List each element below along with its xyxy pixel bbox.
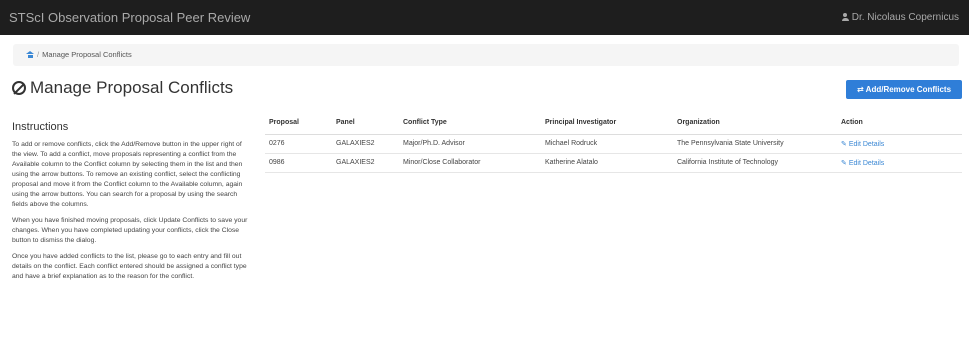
cell-action: ✎ Edit Details	[837, 153, 962, 173]
add-remove-conflicts-button[interactable]: ⇄ Add/Remove Conflicts	[846, 80, 962, 99]
ban-icon	[12, 81, 26, 95]
column-header-principal-investigator: Principal Investigator	[541, 112, 673, 135]
breadcrumb-separator: /	[37, 50, 40, 59]
breadcrumb: / Manage Proposal Conflicts	[13, 44, 959, 66]
cell-proposal: 0276	[265, 134, 332, 154]
column-header-proposal: Proposal	[265, 112, 332, 135]
edit-details-link[interactable]: ✎ Edit Details	[841, 141, 884, 148]
instructions-body: To add or remove conflicts, click the Ad…	[12, 140, 250, 288]
edit-details-link[interactable]: ✎ Edit Details	[841, 160, 884, 167]
instructions-heading: Instructions	[12, 121, 69, 133]
page-title-text: Manage Proposal Conflicts	[30, 78, 234, 97]
add-remove-conflicts-label: Add/Remove Conflicts	[865, 85, 952, 94]
page-title: Manage Proposal Conflicts	[12, 78, 233, 98]
breadcrumb-current: Manage Proposal Conflicts	[42, 50, 132, 59]
user-name: Dr. Nicolaus Copernicus	[851, 12, 959, 23]
instructions-paragraph: To add or remove conflicts, click the Ad…	[12, 141, 243, 208]
conflicts-table: Proposal Panel Conflict Type Principal I…	[265, 112, 962, 173]
table-row: 0276 GALAXIES2 Major/Ph.D. Advisor Micha…	[265, 134, 962, 154]
instructions-paragraph: When you have finished moving proposals,…	[12, 217, 248, 244]
top-navbar: STScI Observation Proposal Peer Review D…	[0, 0, 969, 35]
user-icon	[841, 13, 849, 21]
cell-organization: The Pennsylvania State University	[673, 134, 837, 154]
app-title[interactable]: STScI Observation Proposal Peer Review	[9, 10, 250, 25]
column-header-action: Action	[837, 112, 962, 135]
home-icon[interactable]	[26, 51, 34, 58]
user-menu[interactable]: Dr. Nicolaus Copernicus	[841, 12, 959, 23]
edit-details-label: Edit Details	[848, 159, 885, 167]
table-row: 0986 GALAXIES2 Minor/Close Collaborator …	[265, 153, 962, 173]
cell-proposal: 0986	[265, 153, 332, 173]
pencil-icon: ✎	[841, 159, 847, 167]
edit-details-label: Edit Details	[848, 140, 885, 148]
instructions-paragraph: Once you have added conflicts to the lis…	[12, 253, 247, 280]
pencil-icon: ✎	[841, 140, 847, 148]
cell-principal-investigator: Katherine Alatalo	[541, 153, 673, 173]
cell-panel: GALAXIES2	[332, 134, 399, 154]
cell-action: ✎ Edit Details	[837, 134, 962, 154]
column-header-organization: Organization	[673, 112, 837, 135]
column-header-conflict-type: Conflict Type	[399, 112, 541, 135]
cell-conflict-type: Minor/Close Collaborator	[399, 153, 541, 173]
column-header-panel: Panel	[332, 112, 399, 135]
cell-panel: GALAXIES2	[332, 153, 399, 173]
cell-conflict-type: Major/Ph.D. Advisor	[399, 134, 541, 154]
table-header-row: Proposal Panel Conflict Type Principal I…	[265, 112, 962, 135]
cell-organization: California Institute of Technology	[673, 153, 837, 173]
cell-principal-investigator: Michael Rodruck	[541, 134, 673, 154]
arrows-icon: ⇄	[856, 85, 864, 94]
